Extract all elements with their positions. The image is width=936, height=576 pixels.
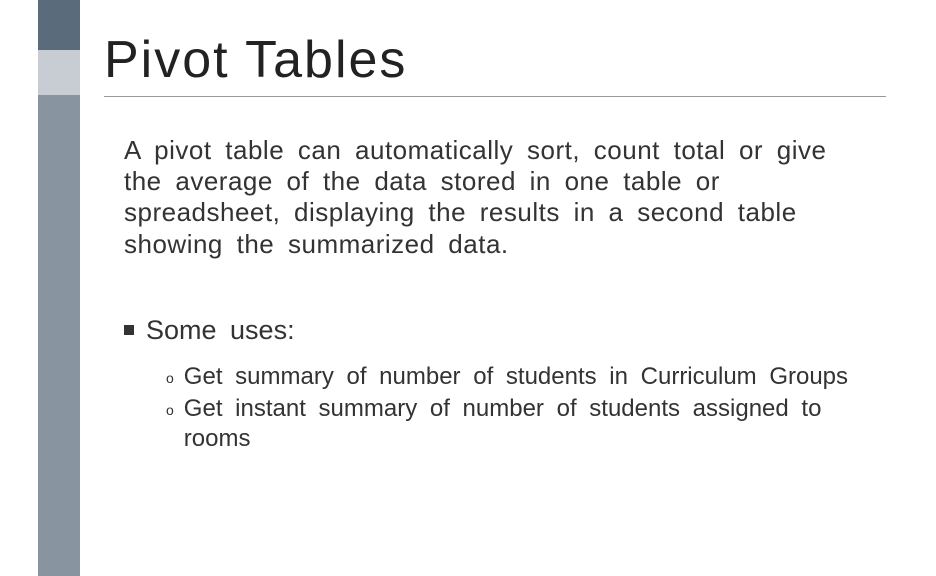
circle-bullet-icon: o: [166, 370, 174, 388]
slide: Pivot Tables A pivot table can automatic…: [0, 0, 936, 576]
square-bullet-icon: [124, 325, 134, 335]
rail-segment-accent: [38, 50, 80, 95]
left-rail-decoration: [38, 0, 80, 576]
circle-bullet-icon: o: [166, 402, 174, 420]
list-item: o Get summary of number of students in C…: [166, 362, 876, 392]
section-heading: Some uses:: [124, 315, 876, 346]
list-item: o Get instant summary of number of stude…: [166, 394, 876, 454]
slide-body: A pivot table can automatically sort, co…: [104, 135, 886, 454]
list-item-text: Get instant summary of number of student…: [184, 394, 876, 454]
section-heading-text: Some uses:: [146, 315, 295, 346]
intro-paragraph: A pivot table can automatically sort, co…: [124, 135, 876, 260]
slide-title: Pivot Tables: [104, 30, 886, 97]
rail-segment-light: [38, 95, 80, 576]
rail-segment-dark: [38, 0, 80, 50]
content-area: Pivot Tables A pivot table can automatic…: [104, 30, 886, 456]
list-item-text: Get summary of number of students in Cur…: [184, 362, 876, 392]
sublist: o Get summary of number of students in C…: [124, 362, 876, 454]
